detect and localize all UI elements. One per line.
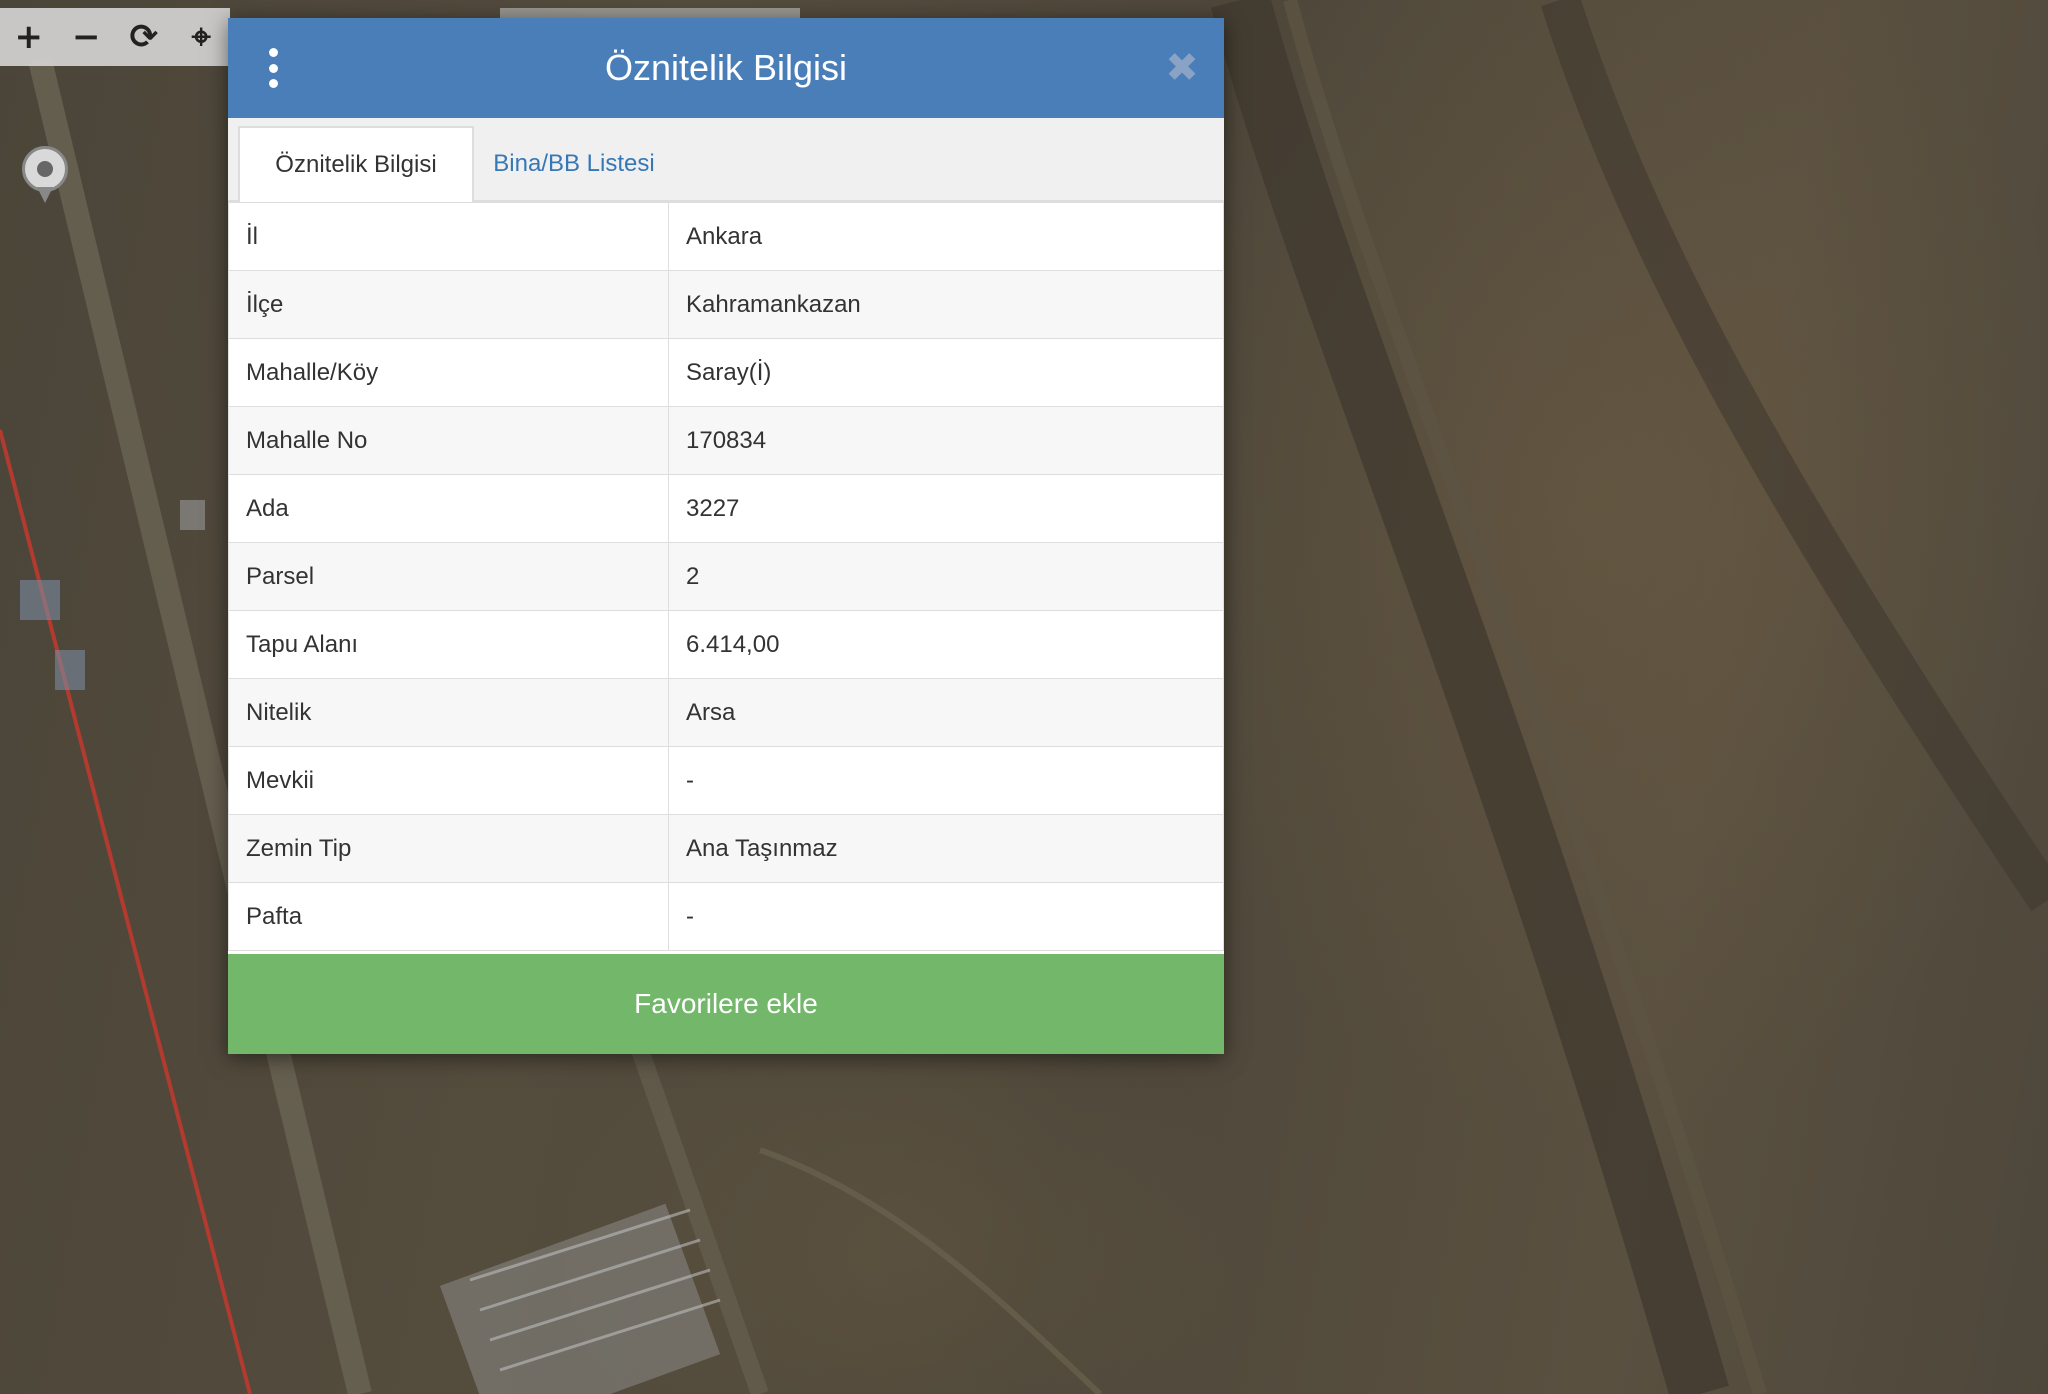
row-label: Ada [228, 474, 669, 543]
tab-attribute-info[interactable]: Öznitelik Bilgisi [238, 126, 474, 202]
row-value: Arsa [668, 678, 1224, 747]
row-label: İl [228, 202, 669, 271]
row-label: Nitelik [228, 678, 669, 747]
zoom-in-button[interactable]: + [0, 8, 58, 66]
crosshair-icon: ⌖ [191, 17, 211, 57]
row-value: Kahramankazan [668, 270, 1224, 339]
row-label: Mahalle/Köy [228, 338, 669, 407]
add-to-favorites-button[interactable]: Favorilere ekle [228, 954, 1224, 1054]
row-label: Mevkii [228, 746, 669, 815]
zoom-out-button[interactable]: − [58, 8, 116, 66]
row-value: Saray(İ) [668, 338, 1224, 407]
dialog-title: Öznitelik Bilgisi [604, 47, 848, 88]
row-label: Tapu Alanı [228, 610, 669, 679]
row-label: Mahalle No [228, 406, 669, 475]
table-row: İl Ankara [228, 202, 1224, 271]
row-value: 2 [668, 542, 1224, 611]
row-value: Ana Taşınmaz [668, 814, 1224, 883]
vertical-dots-menu-icon[interactable] [268, 48, 278, 88]
table-row: Pafta - [228, 882, 1224, 951]
tab-bar: Öznitelik Bilgisi Bina/BB Listesi [228, 118, 1224, 202]
table-row: Ada 3227 [228, 474, 1224, 543]
table-row: Parsel 2 [228, 542, 1224, 611]
table-row: Mahalle No 170834 [228, 406, 1224, 475]
table-row: Zemin Tip Ana Taşınmaz [228, 814, 1224, 883]
locate-button[interactable]: ⌖ [173, 8, 231, 66]
location-marker-icon[interactable] [22, 146, 68, 203]
table-row: Tapu Alanı 6.414,00 [228, 610, 1224, 679]
row-label: İlçe [228, 270, 669, 339]
refresh-icon: ⟳ [129, 17, 159, 57]
attribute-table: İl Ankara İlçe Kahramankazan Mahalle/Köy… [228, 202, 1224, 951]
dialog-header: Öznitelik Bilgisi ✖ [228, 18, 1224, 118]
row-label: Parsel [228, 542, 669, 611]
row-value: - [668, 746, 1224, 815]
table-row: Nitelik Arsa [228, 678, 1224, 747]
table-row: Mevkii - [228, 746, 1224, 815]
row-value: 170834 [668, 406, 1224, 475]
refresh-button[interactable]: ⟳ [115, 8, 173, 66]
plus-icon: + [14, 17, 44, 57]
row-value: 6.414,00 [668, 610, 1224, 679]
boundary-line [0, 429, 252, 1394]
row-value: Ankara [668, 202, 1224, 271]
tab-building-list[interactable]: Bina/BB Listesi [474, 126, 674, 202]
minus-icon: − [72, 17, 101, 57]
table-row: Mahalle/Köy Saray(İ) [228, 338, 1224, 407]
row-label: Zemin Tip [228, 814, 669, 883]
row-value: 3227 [668, 474, 1224, 543]
close-icon[interactable]: ✖ [1162, 48, 1202, 88]
row-label: Pafta [228, 882, 669, 951]
table-row: İlçe Kahramankazan [228, 270, 1224, 339]
row-value: - [668, 882, 1224, 951]
map-toolbar: + − ⟳ ⌖ [0, 8, 230, 66]
attribute-dialog: Öznitelik Bilgisi ✖ Öznitelik Bilgisi Bi… [228, 18, 1224, 1054]
